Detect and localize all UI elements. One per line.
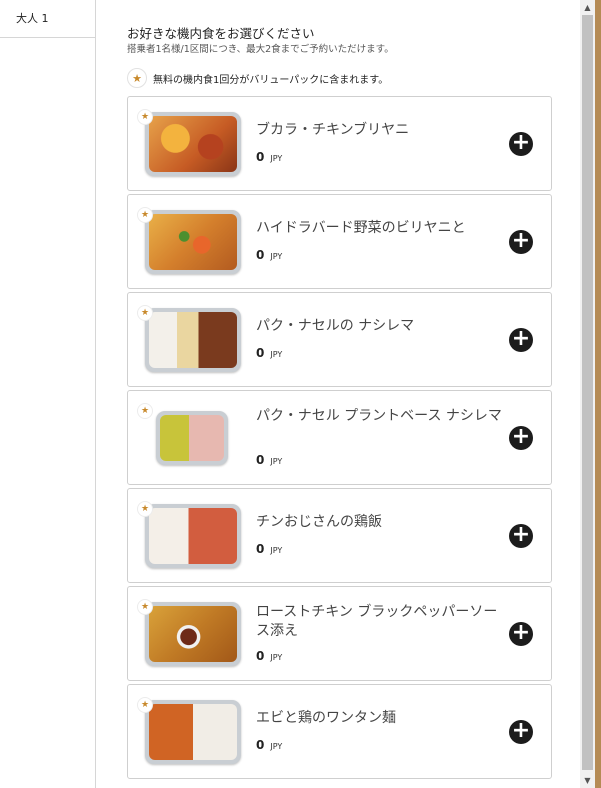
scroll-down-arrow-icon[interactable]: ▼ (580, 773, 595, 788)
scrollbar-thumb[interactable] (582, 15, 593, 770)
meal-card[interactable]: ★ ローストチキン ブラックペッパーソース添え 0 JPY + (127, 586, 552, 681)
currency: JPY (270, 457, 283, 466)
meal-name: パク・ナセルの ナシレマ (256, 318, 415, 334)
page-title: お好きな機内食をお選びください (127, 26, 315, 41)
meal-price: 0 JPY (256, 346, 283, 360)
star-icon: ★ (137, 501, 153, 517)
add-meal-button[interactable]: + (509, 230, 533, 254)
add-meal-button[interactable]: + (509, 622, 533, 646)
meal-image (145, 504, 241, 568)
meal-price: 0 JPY (256, 453, 283, 467)
plus-icon: + (511, 326, 531, 351)
meal-card[interactable]: ★ パク・ナセルの ナシレマ 0 JPY + (127, 292, 552, 387)
meal-image (145, 210, 241, 274)
meal-limit-text: 搭乗者1名様/1区間につき、最大2食までご予約いただけます。 (127, 44, 394, 55)
meal-image (145, 308, 241, 372)
meal-card[interactable]: ★ ハイドラバード野菜のビリヤニと 0 JPY + (127, 194, 552, 289)
meal-selection: お好きな機内食をお選びください 搭乗者1名様/1区間につき、最大2食までご予約い… (127, 0, 552, 788)
add-meal-button[interactable]: + (509, 524, 533, 548)
currency: JPY (270, 252, 283, 261)
meal-name: ハイドラバード野菜のビリヤニと (256, 220, 466, 236)
meal-price: 0 JPY (256, 542, 283, 556)
meal-name: チンおじさんの鶏飯 (256, 514, 382, 530)
page-edge (595, 0, 601, 788)
plus-icon: + (511, 130, 531, 155)
plus-icon: + (511, 228, 531, 253)
currency: JPY (270, 742, 283, 751)
meal-price: 0 JPY (256, 248, 283, 262)
star-icon: ★ (137, 207, 153, 223)
meal-name: ブカラ・チキンブリヤニ (256, 122, 410, 138)
plus-icon: + (511, 522, 531, 547)
star-icon: ★ (137, 599, 153, 615)
currency: JPY (270, 350, 283, 359)
meal-card[interactable]: ★ パク・ナセル プラントベース ナシレマ 0 JPY + (127, 390, 552, 485)
add-meal-button[interactable]: + (509, 328, 533, 352)
value-pack-note-text: 無料の機内食1回分がバリューパックに含まれます。 (153, 74, 389, 86)
add-meal-button[interactable]: + (509, 720, 533, 744)
add-meal-button[interactable]: + (509, 132, 533, 156)
plus-icon: + (511, 718, 531, 743)
meal-image (145, 700, 241, 764)
star-icon: ★ (137, 109, 153, 125)
meal-price: 0 JPY (256, 738, 283, 752)
meal-name: エビと鶏のワンタン麺 (256, 710, 396, 726)
meal-price: 0 JPY (256, 649, 283, 663)
star-icon: ★ (127, 68, 147, 88)
vertical-scrollbar[interactable]: ▲ ▼ (580, 0, 595, 788)
meal-image (145, 112, 241, 176)
plus-icon: + (511, 424, 531, 449)
star-icon: ★ (137, 403, 153, 419)
meal-card[interactable]: ★ チンおじさんの鶏飯 0 JPY + (127, 488, 552, 583)
meal-price: 0 JPY (256, 150, 283, 164)
meal-name: パク・ナセル プラントベース ナシレマ (256, 408, 502, 424)
star-icon: ★ (137, 305, 153, 321)
currency: JPY (270, 154, 283, 163)
scroll-up-arrow-icon[interactable]: ▲ (580, 0, 595, 15)
currency: JPY (270, 653, 283, 662)
meal-image (156, 411, 228, 465)
plus-icon: + (511, 620, 531, 645)
currency: JPY (270, 546, 283, 555)
meal-image (145, 602, 241, 666)
meal-card[interactable]: ★ エビと鶏のワンタン麺 0 JPY + (127, 684, 552, 779)
star-icon: ★ (137, 697, 153, 713)
meal-list: ★ ブカラ・チキンブリヤニ 0 JPY + ★ ハイドラバード野菜のビリヤニと 0… (127, 96, 552, 782)
passenger-panel: 大人 1 (0, 0, 96, 788)
meal-card[interactable]: ★ ブカラ・チキンブリヤニ 0 JPY + (127, 96, 552, 191)
passenger-tab-adult-1[interactable]: 大人 1 (0, 0, 95, 38)
add-meal-button[interactable]: + (509, 426, 533, 450)
meal-name: ローストチキン ブラックペッパーソース添え (256, 604, 498, 639)
value-pack-note: ★ 無料の機内食1回分がバリューパックに含まれます。 (127, 68, 388, 88)
